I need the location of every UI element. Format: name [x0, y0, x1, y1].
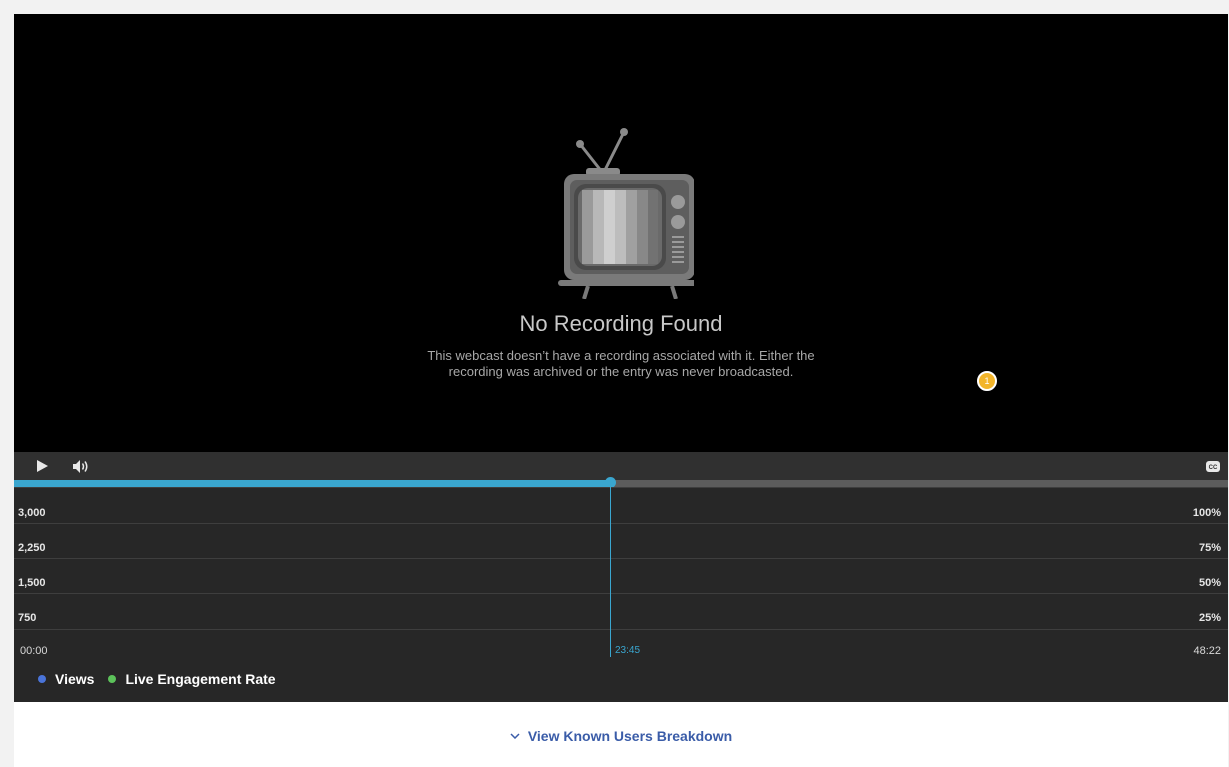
progress-bar[interactable] — [14, 477, 1228, 488]
y-right-tick-label: 50% — [1198, 577, 1221, 589]
marker-badge[interactable]: 1 — [977, 371, 997, 391]
legend-label: Views — [55, 671, 95, 687]
y-right-tick-label: 75% — [1198, 542, 1221, 554]
y-left-tick-label: 1,500 — [18, 577, 46, 589]
legend-label: Live Engagement Rate — [125, 671, 276, 687]
x-tick-end: 48:22 — [1193, 645, 1221, 657]
legend-dot-views — [38, 675, 46, 683]
progress-fill — [14, 480, 610, 487]
closed-captions-button[interactable]: CC — [1202, 452, 1224, 480]
no-recording-message: This webcast doesn’t have a recording as… — [371, 348, 871, 380]
player-controls: CC — [14, 452, 1228, 480]
no-recording-message-line: recording was archived or the entry was … — [448, 364, 794, 379]
volume-button[interactable] — [70, 452, 92, 480]
chart-gridline — [14, 487, 1228, 488]
svg-text:CC: CC — [1209, 465, 1218, 471]
webcast-analytics-panel: No Recording Found This webcast doesn’t … — [14, 14, 1228, 767]
y-left-tick-label: 3,000 — [18, 507, 46, 519]
y-left-tick-label: 2,250 — [18, 542, 46, 554]
y-right-tick-label: 25% — [1198, 612, 1221, 624]
engagement-chart: 3,000 2,250 1,500 750 100% 75% 50% 25% 0… — [14, 487, 1228, 657]
play-icon — [37, 460, 48, 472]
y-right-tick-label: 100% — [1192, 507, 1221, 519]
volume-icon — [73, 459, 88, 473]
video-player: No Recording Found This webcast doesn’t … — [14, 14, 1228, 702]
legend-item-views[interactable]: Views — [38, 671, 94, 687]
no-recording-title: No Recording Found — [519, 311, 723, 336]
chart-gridline — [14, 523, 1228, 524]
play-button[interactable] — [32, 452, 52, 480]
chart-legend: Views Live Engagement Rate — [38, 669, 290, 689]
chart-gridline — [14, 629, 1228, 630]
y-left-tick-label: 750 — [18, 612, 37, 624]
view-known-users-breakdown-link[interactable]: View Known Users Breakdown — [14, 728, 1228, 744]
chart-gridline — [14, 558, 1228, 559]
breakdown-label: View Known Users Breakdown — [527, 728, 733, 744]
tv-icon — [558, 128, 694, 299]
legend-item-engagement[interactable]: Live Engagement Rate — [108, 671, 276, 687]
x-tick-start: 00:00 — [20, 645, 48, 657]
legend-dot-engagement — [108, 675, 117, 683]
no-recording-message-line: This webcast doesn’t have a recording as… — [427, 348, 815, 363]
chevron-down-icon — [510, 733, 520, 739]
video-area[interactable]: No Recording Found This webcast doesn’t … — [14, 14, 1228, 452]
playhead-time: 23:45 — [615, 645, 641, 656]
closed-captions-icon: CC — [1206, 460, 1220, 472]
chart-gridline — [14, 593, 1228, 594]
playhead-line — [610, 487, 611, 657]
